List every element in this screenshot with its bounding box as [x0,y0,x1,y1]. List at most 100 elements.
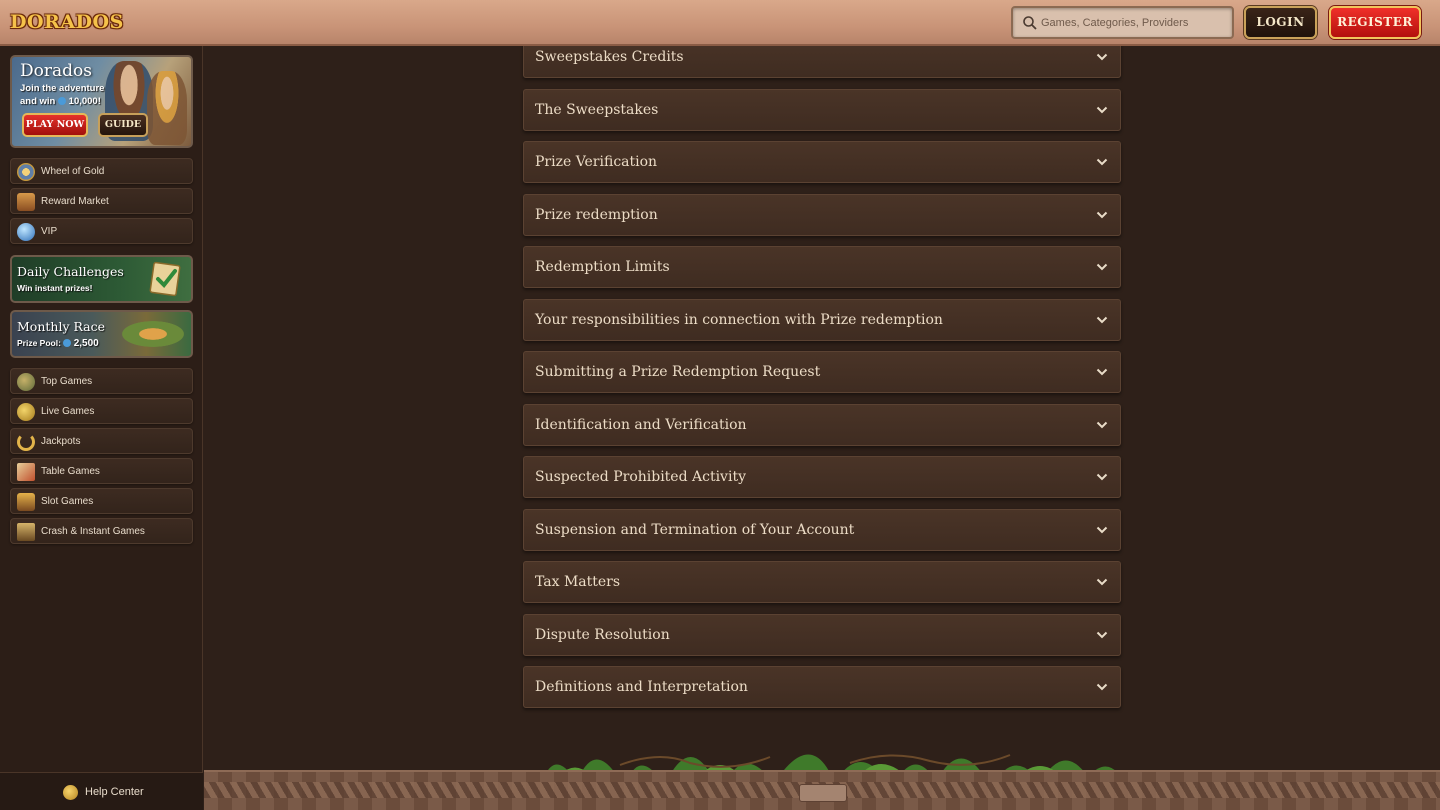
chevron-down-icon[interactable] [1096,262,1108,272]
promo-subtitle-line2: and win 10,000! [20,95,120,108]
accordion-item[interactable]: Submitting a Prize Redemption Request [523,351,1121,393]
footer-border-strip [204,770,1440,810]
accordion-item-label: Your responsibilities in connection with… [535,312,943,328]
sidebar: Dorados Join the adventure and win 10,00… [0,46,203,810]
coin-icon [17,403,35,421]
help-center-label: Help Center [85,786,144,798]
sidebar-item-live-games[interactable]: Live Games [10,398,193,424]
promo-title: Dorados [20,61,92,81]
sidebar-item-wheel-of-gold[interactable]: Wheel of Gold [10,158,193,184]
accordion-item[interactable]: Your responsibilities in connection with… [523,299,1121,341]
coin-icon [63,339,72,347]
chevron-down-icon[interactable] [1096,525,1108,535]
chevron-down-icon[interactable] [1096,420,1108,430]
sidebar-item-slot-games[interactable]: Slot Games [10,488,193,514]
search-box[interactable] [1011,6,1234,39]
accordion-item[interactable]: Tax Matters [523,561,1121,603]
chevron-down-icon[interactable] [1096,682,1108,692]
sidebar-item-label: Live Games [41,406,95,417]
heroine-character-image [147,71,187,145]
daily-challenges-title: Daily Challenges [17,264,124,279]
monthly-race-banner[interactable]: Monthly Race Prize Pool: 2,500 [10,310,193,358]
sidebar-item-label: Top Games [41,376,93,387]
accordion-item-label: The Sweepstakes [535,102,659,118]
race-artwork-image [105,314,185,354]
accordion-item-label: Submitting a Prize Redemption Request [535,364,821,380]
search-icon [1023,16,1037,30]
prize-pool-amount: 2,500 [73,338,99,349]
play-now-button[interactable]: PLAY NOW [22,113,88,137]
sidebar-item-label: VIP [41,226,58,237]
sidebar-item-vip[interactable]: VIP [10,218,193,244]
accordion-item-label: Definitions and Interpretation [535,679,748,695]
login-button[interactable]: LOGIN [1244,6,1317,39]
promo-amount: 10,000! [68,96,101,107]
promo-subtitle: Join the adventure and win 10,000! [20,82,120,108]
accordion-item[interactable]: Redemption Limits [523,246,1121,288]
accordion-item-label: Redemption Limits [535,259,670,275]
chevron-down-icon[interactable] [1096,630,1108,640]
accordion-item[interactable]: Dispute Resolution [523,614,1121,656]
sidebar-item-top-games[interactable]: Top Games [10,368,193,394]
accordion-item[interactable]: Definitions and Interpretation [523,666,1121,708]
checklist-icon [149,261,181,297]
accordion-item[interactable]: Suspected Prohibited Activity [523,456,1121,498]
accordion-item-label: Prize Verification [535,154,658,170]
chevron-down-icon[interactable] [1096,157,1108,167]
accordion-item-label: Tax Matters [535,574,621,590]
sidebar-item-label: Wheel of Gold [41,166,105,177]
chevron-down-icon[interactable] [1096,472,1108,482]
prize-pool-label: Prize Pool: [17,338,61,348]
accordion-item-label: Dispute Resolution [535,627,670,643]
help-icon [63,785,78,800]
chevron-down-icon[interactable] [1096,210,1108,220]
accordion-item-label: Suspension and Termination of Your Accou… [535,522,855,538]
accordion-item-label: Prize redemption [535,207,658,223]
promo-win-text: and win [20,96,56,107]
register-button[interactable]: REGISTER [1329,6,1421,39]
accordion-item[interactable]: Prize Verification [523,141,1121,183]
sidebar-item-crash-instant-games[interactable]: Crash & Instant Games [10,518,193,544]
sidebar-item-label: Crash & Instant Games [41,526,145,537]
cards-icon [17,463,35,481]
horseshoe-icon [17,433,35,451]
chevron-down-icon[interactable] [1096,367,1108,377]
sidebar-item-label: Table Games [41,466,100,477]
daily-challenges-banner[interactable]: Daily Challenges Win instant prizes! [10,255,193,303]
chevron-down-icon[interactable] [1096,577,1108,587]
sidebar-item-label: Slot Games [41,496,94,507]
chevron-down-icon[interactable] [1096,315,1108,325]
search-input[interactable] [1041,12,1231,34]
accordion-item[interactable]: Suspension and Termination of Your Accou… [523,509,1121,551]
daily-challenges-subtitle: Win instant prizes! [17,283,93,293]
dorados-logo[interactable]: DORADOS [10,8,124,36]
help-center-link[interactable]: Help Center [0,772,203,810]
monthly-race-title: Monthly Race [17,319,106,334]
accordion-item[interactable]: Identification and Verification [523,404,1121,446]
sidebar-item-label: Reward Market [41,196,109,207]
chevron-down-icon[interactable] [1096,52,1108,62]
helmet-icon [17,373,35,391]
gem-icon [17,223,35,241]
sidebar-item-label: Jackpots [41,436,81,447]
chevron-down-icon[interactable] [1096,105,1108,115]
monthly-race-prize: Prize Pool: 2,500 [17,338,99,349]
accordion-item[interactable]: The Sweepstakes [523,89,1121,131]
jungle-foliage-decoration [545,754,1118,775]
accordion-item-label: Identification and Verification [535,417,747,433]
sidebar-item-reward-market[interactable]: Reward Market [10,188,193,214]
accordion-item-label: Suspected Prohibited Activity [535,469,746,485]
slot-icon [17,493,35,511]
promo-subtitle-line1: Join the adventure [20,83,105,94]
wheel-icon [17,163,35,181]
top-header: DORADOS LOGIN REGISTER [0,0,1440,46]
main-content: Sweepstakes Credits The Sweepstakes Prize … [204,36,1440,770]
accordion-item[interactable]: Prize redemption [523,194,1121,236]
chest-icon [17,193,35,211]
guide-button[interactable]: GUIDE [98,113,148,137]
sidebar-item-table-games[interactable]: Table Games [10,458,193,484]
sidebar-item-jackpots[interactable]: Jackpots [10,428,193,454]
dorados-promo-banner[interactable]: Dorados Join the adventure and win 10,00… [10,55,193,148]
coin-icon [58,97,67,105]
hourglass-icon [17,523,35,541]
